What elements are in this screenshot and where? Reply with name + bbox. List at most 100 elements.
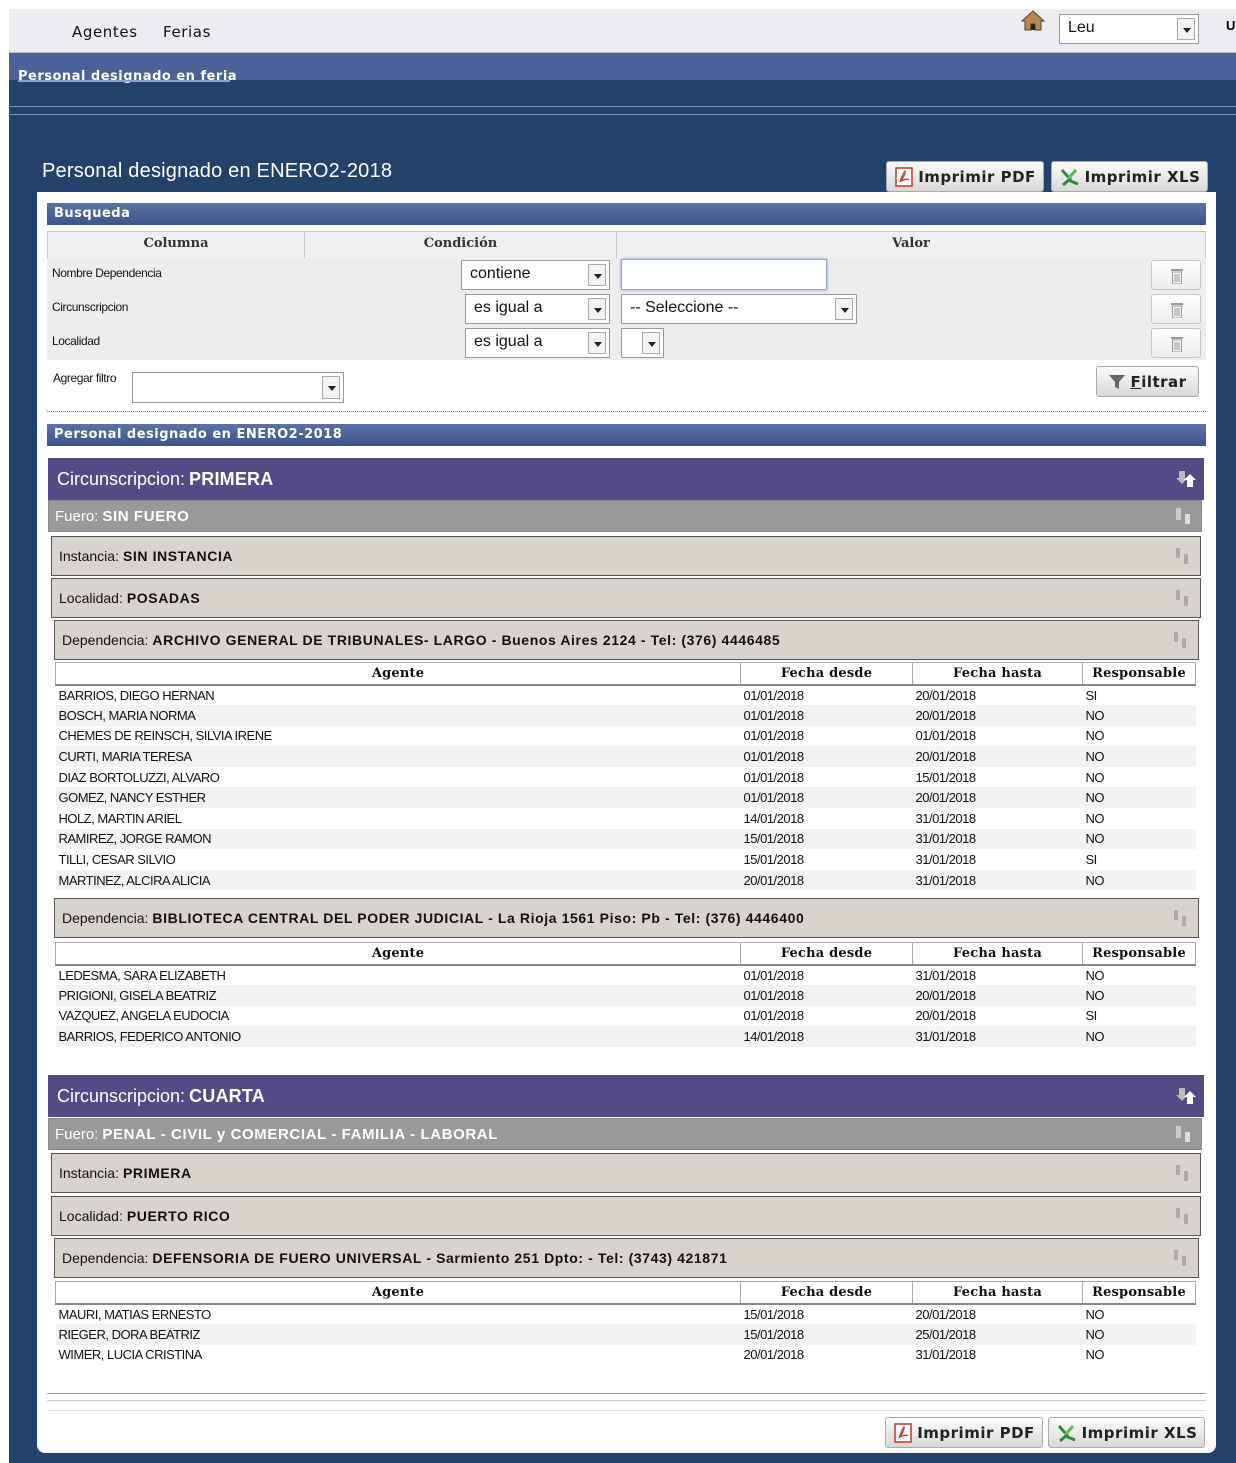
col-header-condicion: Condición (304, 231, 617, 259)
col-responsable[interactable]: Responsable (1082, 662, 1196, 686)
sort-icon[interactable] (1173, 1124, 1193, 1144)
col-header-valor: Valor (616, 231, 1206, 259)
condition-select[interactable]: es igual a (465, 294, 610, 324)
chevron-down-icon (588, 298, 606, 320)
sort-icon[interactable] (1170, 1248, 1190, 1268)
group-value: PUERTO RICO (126, 1208, 231, 1224)
condition-select[interactable]: contiene (461, 260, 610, 290)
filter-label: Nombre Dependencia (52, 266, 162, 280)
sort-icon[interactable] (1176, 469, 1196, 489)
group-fuero[interactable]: Fuero: PENAL - CIVIL y COMERCIAL - FAMILI… (48, 1118, 1202, 1150)
cell-desde: 15/01/2018 (740, 828, 913, 850)
print-xls-button[interactable]: Imprimir XLS (1051, 161, 1208, 192)
group-value: POSADAS (126, 590, 201, 606)
print-pdf-button-bottom[interactable]: Imprimir PDF (885, 1417, 1043, 1448)
sort-icon[interactable] (1172, 1163, 1192, 1183)
cell-hasta: 20/01/2018 (912, 746, 1083, 767)
col-fecha-hasta[interactable]: Fecha hasta (912, 662, 1083, 686)
col-agente[interactable]: Agente (55, 662, 741, 686)
cell-desde: 20/01/2018 (740, 869, 913, 891)
print-xls-label: Imprimir XLS (1084, 167, 1201, 186)
cell-responsable: SI (1085, 687, 1098, 703)
agents-table: Agente Fecha desde Fecha hasta Responsab… (55, 942, 1196, 1047)
group-dependencia[interactable]: Dependencia: ARCHIVO GENERAL DE TRIBUNALE… (54, 620, 1199, 660)
cell-agente: VAZQUEZ, ANGELA EUDOCIA (58, 1008, 230, 1024)
cell-desde: 01/01/2018 (740, 746, 913, 767)
print-xls-button-bottom[interactable]: Imprimir XLS (1048, 1417, 1205, 1448)
group-value: PRIMERA (189, 468, 274, 489)
home-icon[interactable] (1021, 9, 1045, 31)
sort-icon[interactable] (1173, 506, 1193, 526)
cell-desde: 15/01/2018 (743, 1306, 805, 1322)
col-responsable[interactable]: Responsable (1082, 1281, 1196, 1305)
cell-agente: BARRIOS, DIEGO HERNAN (58, 687, 215, 703)
col-fecha-desde[interactable]: Fecha desde (740, 1281, 913, 1305)
filter-button-label: Filtrar (1130, 372, 1187, 391)
remove-filter-button[interactable] (1151, 328, 1201, 358)
cell-responsable: NO (1082, 787, 1196, 809)
localidad-value-select[interactable] (621, 328, 664, 358)
table-row: MAURI, MATIAS ERNESTO 15/01/2018 20/01/201… (56, 1304, 1196, 1325)
cell-agente: RIEGER, DORA BEATRIZ (55, 1324, 741, 1345)
col-fecha-desde[interactable]: Fecha desde (740, 662, 913, 686)
cell-hasta: 31/01/2018 (915, 810, 977, 826)
sort-icon[interactable] (1172, 1206, 1192, 1226)
group-label: Circunscripcion: (57, 1085, 186, 1106)
col-fecha-hasta[interactable]: Fecha hasta (912, 1281, 1083, 1305)
group-circunscripcion[interactable]: Circunscripcion: PRIMERA (48, 458, 1204, 500)
sort-icon[interactable] (1176, 1086, 1196, 1106)
group-label: Fuero: (55, 1125, 99, 1143)
table-row: MARTINEZ, ALCIRA ALICIA 20/01/2018 31/01/2… (55, 869, 1196, 891)
col-responsable[interactable]: Responsable (1082, 942, 1196, 966)
cell-desde: 15/01/2018 (743, 852, 805, 868)
sort-icon[interactable] (1172, 588, 1192, 608)
group-dependencia[interactable]: Dependencia: BIBLIOTECA CENTRAL DEL PODER… (54, 898, 1199, 938)
group-value: PRIMERA (122, 1165, 192, 1181)
add-filter-select[interactable] (132, 372, 344, 403)
group-circunscripcion[interactable]: Circunscripcion: CUARTA (48, 1075, 1204, 1117)
user-select[interactable]: Leu (1059, 14, 1199, 44)
cell-agente: MARTINEZ, ALCIRA ALICIA (55, 869, 741, 891)
group-localidad[interactable]: Localidad: POSADAS (51, 578, 1201, 618)
cell-desde: 01/01/2018 (740, 985, 913, 1006)
dependencia-value-input[interactable] (621, 259, 827, 290)
cell-responsable: NO (1085, 1347, 1105, 1363)
col-fecha-desde[interactable]: Fecha desde (740, 942, 913, 966)
cell-hasta: 31/01/2018 (915, 1347, 977, 1363)
col-agente[interactable]: Agente (55, 1281, 741, 1305)
chevron-down-icon (642, 332, 660, 354)
remove-filter-button[interactable] (1151, 294, 1201, 324)
group-instancia[interactable]: Instancia: SIN INSTANCIA (51, 536, 1201, 576)
filter-button[interactable]: Filtrar (1096, 366, 1199, 397)
cell-agente: CHEMES DE REINSCH, SILVIA IRENE (58, 728, 273, 744)
cell-responsable: NO (1082, 985, 1196, 1006)
top-nav: Agentes Ferias (72, 23, 231, 41)
nav-agentes[interactable]: Agentes (72, 23, 138, 41)
cell-agente: WIMER, LUCIA CRISTINA (58, 1347, 203, 1363)
cell-agente: RAMIREZ, JORGE RAMON (55, 828, 741, 850)
cell-responsable: NO (1085, 728, 1105, 744)
page-title: Personal designado en ENERO2-2018 (42, 160, 393, 182)
group-dependencia[interactable]: Dependencia: DEFENSORIA DE FUERO UNIVERSA… (54, 1238, 1199, 1278)
cell-agente: BARRIOS, FEDERICO ANTONIO (55, 1026, 741, 1047)
trash-icon (1171, 303, 1183, 318)
group-fuero[interactable]: Fuero: SIN FUERO (48, 500, 1202, 532)
cell-desde: 01/01/2018 (743, 687, 805, 703)
remove-filter-button[interactable] (1151, 260, 1201, 290)
group-instancia[interactable]: Instancia: PRIMERA (51, 1153, 1201, 1193)
circunscripcion-value-select[interactable]: -- Seleccione -- (621, 294, 857, 324)
condition-value: contiene (470, 265, 531, 282)
group-localidad[interactable]: Localidad: PUERTO RICO (51, 1196, 1201, 1236)
condition-select[interactable]: es igual a (465, 328, 610, 358)
sort-icon[interactable] (1170, 630, 1190, 650)
print-pdf-button[interactable]: Imprimir PDF (886, 161, 1044, 192)
table-header-row: Agente Fecha desde Fecha hasta Responsab… (55, 942, 1196, 966)
sort-icon[interactable] (1170, 908, 1190, 928)
col-agente[interactable]: Agente (55, 942, 741, 966)
col-fecha-hasta[interactable]: Fecha hasta (912, 942, 1083, 966)
group-label: Circunscripcion: (57, 468, 186, 489)
nav-ferias[interactable]: Ferias (163, 23, 211, 41)
sort-icon[interactable] (1172, 546, 1192, 566)
app-root: Agentes Ferias Leu U Personal designado … (0, 0, 1236, 1463)
print-xls-label: Imprimir XLS (1081, 1423, 1198, 1442)
